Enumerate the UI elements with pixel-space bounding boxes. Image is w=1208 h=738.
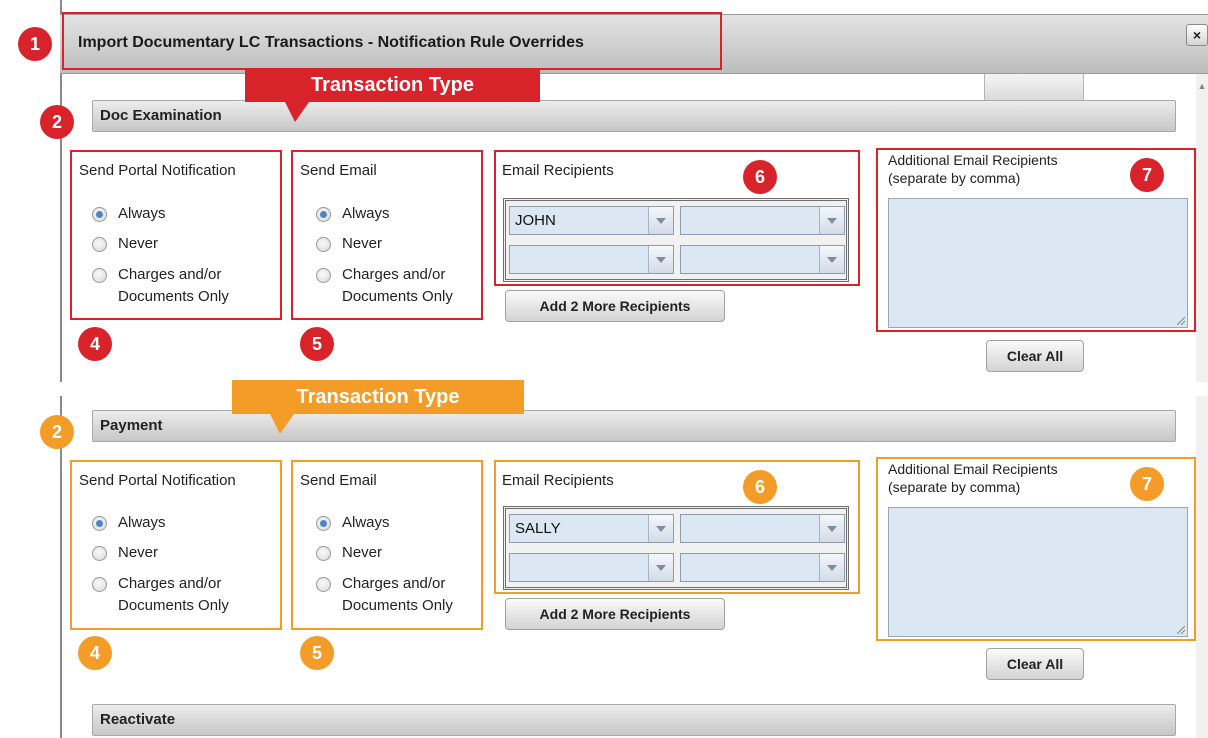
clear-all-button[interactable]: Clear All bbox=[986, 340, 1084, 372]
radio-button-icon[interactable] bbox=[92, 577, 107, 592]
annotation-2: 2 bbox=[40, 105, 74, 139]
additional-recipients-hint: (separate by comma) bbox=[888, 170, 1021, 186]
email-recipients-title: Email Recipients bbox=[502, 162, 614, 179]
radio-button-icon[interactable] bbox=[316, 268, 331, 283]
send-email-title: Send Email bbox=[300, 162, 377, 179]
chevron-down-icon[interactable] bbox=[648, 207, 673, 234]
section-title: Doc Examination bbox=[100, 107, 222, 124]
recipient-select[interactable]: SALLY bbox=[509, 514, 674, 543]
callout-pointer bbox=[270, 414, 294, 434]
radio-button-icon[interactable] bbox=[316, 516, 331, 531]
additional-recipients-textarea[interactable] bbox=[888, 507, 1188, 637]
additional-recipients-hint: (separate by comma) bbox=[888, 479, 1021, 495]
portal-notification-title: Send Portal Notification bbox=[79, 472, 236, 489]
scroll-up-icon[interactable]: ▲ bbox=[1196, 80, 1208, 92]
chevron-down-icon[interactable] bbox=[819, 515, 844, 542]
callout-pointer bbox=[285, 102, 309, 122]
annotation-5: 5 bbox=[300, 636, 334, 670]
annotation-6: 6 bbox=[743, 160, 777, 194]
radio-button-icon[interactable] bbox=[316, 207, 331, 222]
recipient-select[interactable] bbox=[680, 206, 845, 235]
add-recipients-button[interactable]: Add 2 More Recipients bbox=[505, 598, 725, 630]
annotation-2: 2 bbox=[40, 415, 74, 449]
add-recipients-button[interactable]: Add 2 More Recipients bbox=[505, 290, 725, 322]
section-title: Reactivate bbox=[100, 711, 176, 728]
recipient-select[interactable] bbox=[509, 245, 674, 274]
additional-recipients-title: Additional Email Recipients bbox=[888, 152, 1058, 168]
resize-grip-icon[interactable] bbox=[1177, 317, 1185, 325]
radio-button-icon[interactable] bbox=[316, 237, 331, 252]
radio-button-icon[interactable] bbox=[316, 546, 331, 561]
radio-label-continuation: Documents Only bbox=[118, 597, 229, 614]
radio-button-icon[interactable] bbox=[92, 237, 107, 252]
additional-recipients-title: Additional Email Recipients bbox=[888, 461, 1058, 477]
screenshot-splice-gap bbox=[0, 382, 1208, 396]
recipient-select[interactable] bbox=[680, 245, 845, 274]
section-title: Payment bbox=[100, 417, 163, 434]
annotation-4: 4 bbox=[78, 636, 112, 670]
additional-recipients-textarea[interactable] bbox=[888, 198, 1188, 328]
resize-grip-icon[interactable] bbox=[1177, 626, 1185, 634]
annotation-4: 4 bbox=[78, 327, 112, 361]
portal-notification-title: Send Portal Notification bbox=[79, 162, 236, 179]
chevron-down-icon[interactable] bbox=[819, 207, 844, 234]
highlight-title bbox=[62, 12, 722, 70]
clear-all-button[interactable]: Clear All bbox=[986, 648, 1084, 680]
recipient-select[interactable] bbox=[509, 553, 674, 582]
email-recipients-title: Email Recipients bbox=[502, 472, 614, 489]
annotation-6: 6 bbox=[743, 470, 777, 504]
chevron-down-icon[interactable] bbox=[648, 515, 673, 542]
recipient-select[interactable] bbox=[680, 514, 845, 543]
send-email-title: Send Email bbox=[300, 472, 377, 489]
radio-label-continuation: Documents Only bbox=[118, 288, 229, 305]
section-header-doc-examination[interactable] bbox=[92, 100, 1176, 132]
close-icon: × bbox=[1192, 27, 1202, 43]
section-header-payment[interactable] bbox=[92, 410, 1176, 442]
recipient-grid: SALLY bbox=[503, 506, 849, 590]
recipient-select[interactable] bbox=[680, 553, 845, 582]
radio-label-continuation: Documents Only bbox=[342, 597, 453, 614]
vertical-scrollbar[interactable] bbox=[1196, 74, 1208, 738]
chevron-down-icon[interactable] bbox=[819, 554, 844, 581]
radio-button-icon[interactable] bbox=[92, 268, 107, 283]
radio-button-icon[interactable] bbox=[92, 207, 107, 222]
chevron-down-icon[interactable] bbox=[648, 554, 673, 581]
radio-button-icon[interactable] bbox=[92, 516, 107, 531]
annotation-7: 7 bbox=[1130, 158, 1164, 192]
radio-label-continuation: Documents Only bbox=[342, 288, 453, 305]
annotation-5: 5 bbox=[300, 327, 334, 361]
recipient-grid: JOHN bbox=[503, 198, 849, 282]
section-header-reactivate[interactable] bbox=[92, 704, 1176, 736]
radio-button-icon[interactable] bbox=[92, 546, 107, 561]
recipient-select[interactable]: JOHN bbox=[509, 206, 674, 235]
chevron-down-icon[interactable] bbox=[819, 246, 844, 273]
radio-button-icon[interactable] bbox=[316, 577, 331, 592]
callout-transaction-type: Transaction Type bbox=[232, 380, 524, 414]
annotation-7: 7 bbox=[1130, 467, 1164, 501]
annotation-1: 1 bbox=[18, 27, 52, 61]
callout-transaction-type: Transaction Type bbox=[245, 68, 540, 102]
chevron-down-icon[interactable] bbox=[648, 246, 673, 273]
close-button[interactable]: × bbox=[1186, 24, 1208, 46]
